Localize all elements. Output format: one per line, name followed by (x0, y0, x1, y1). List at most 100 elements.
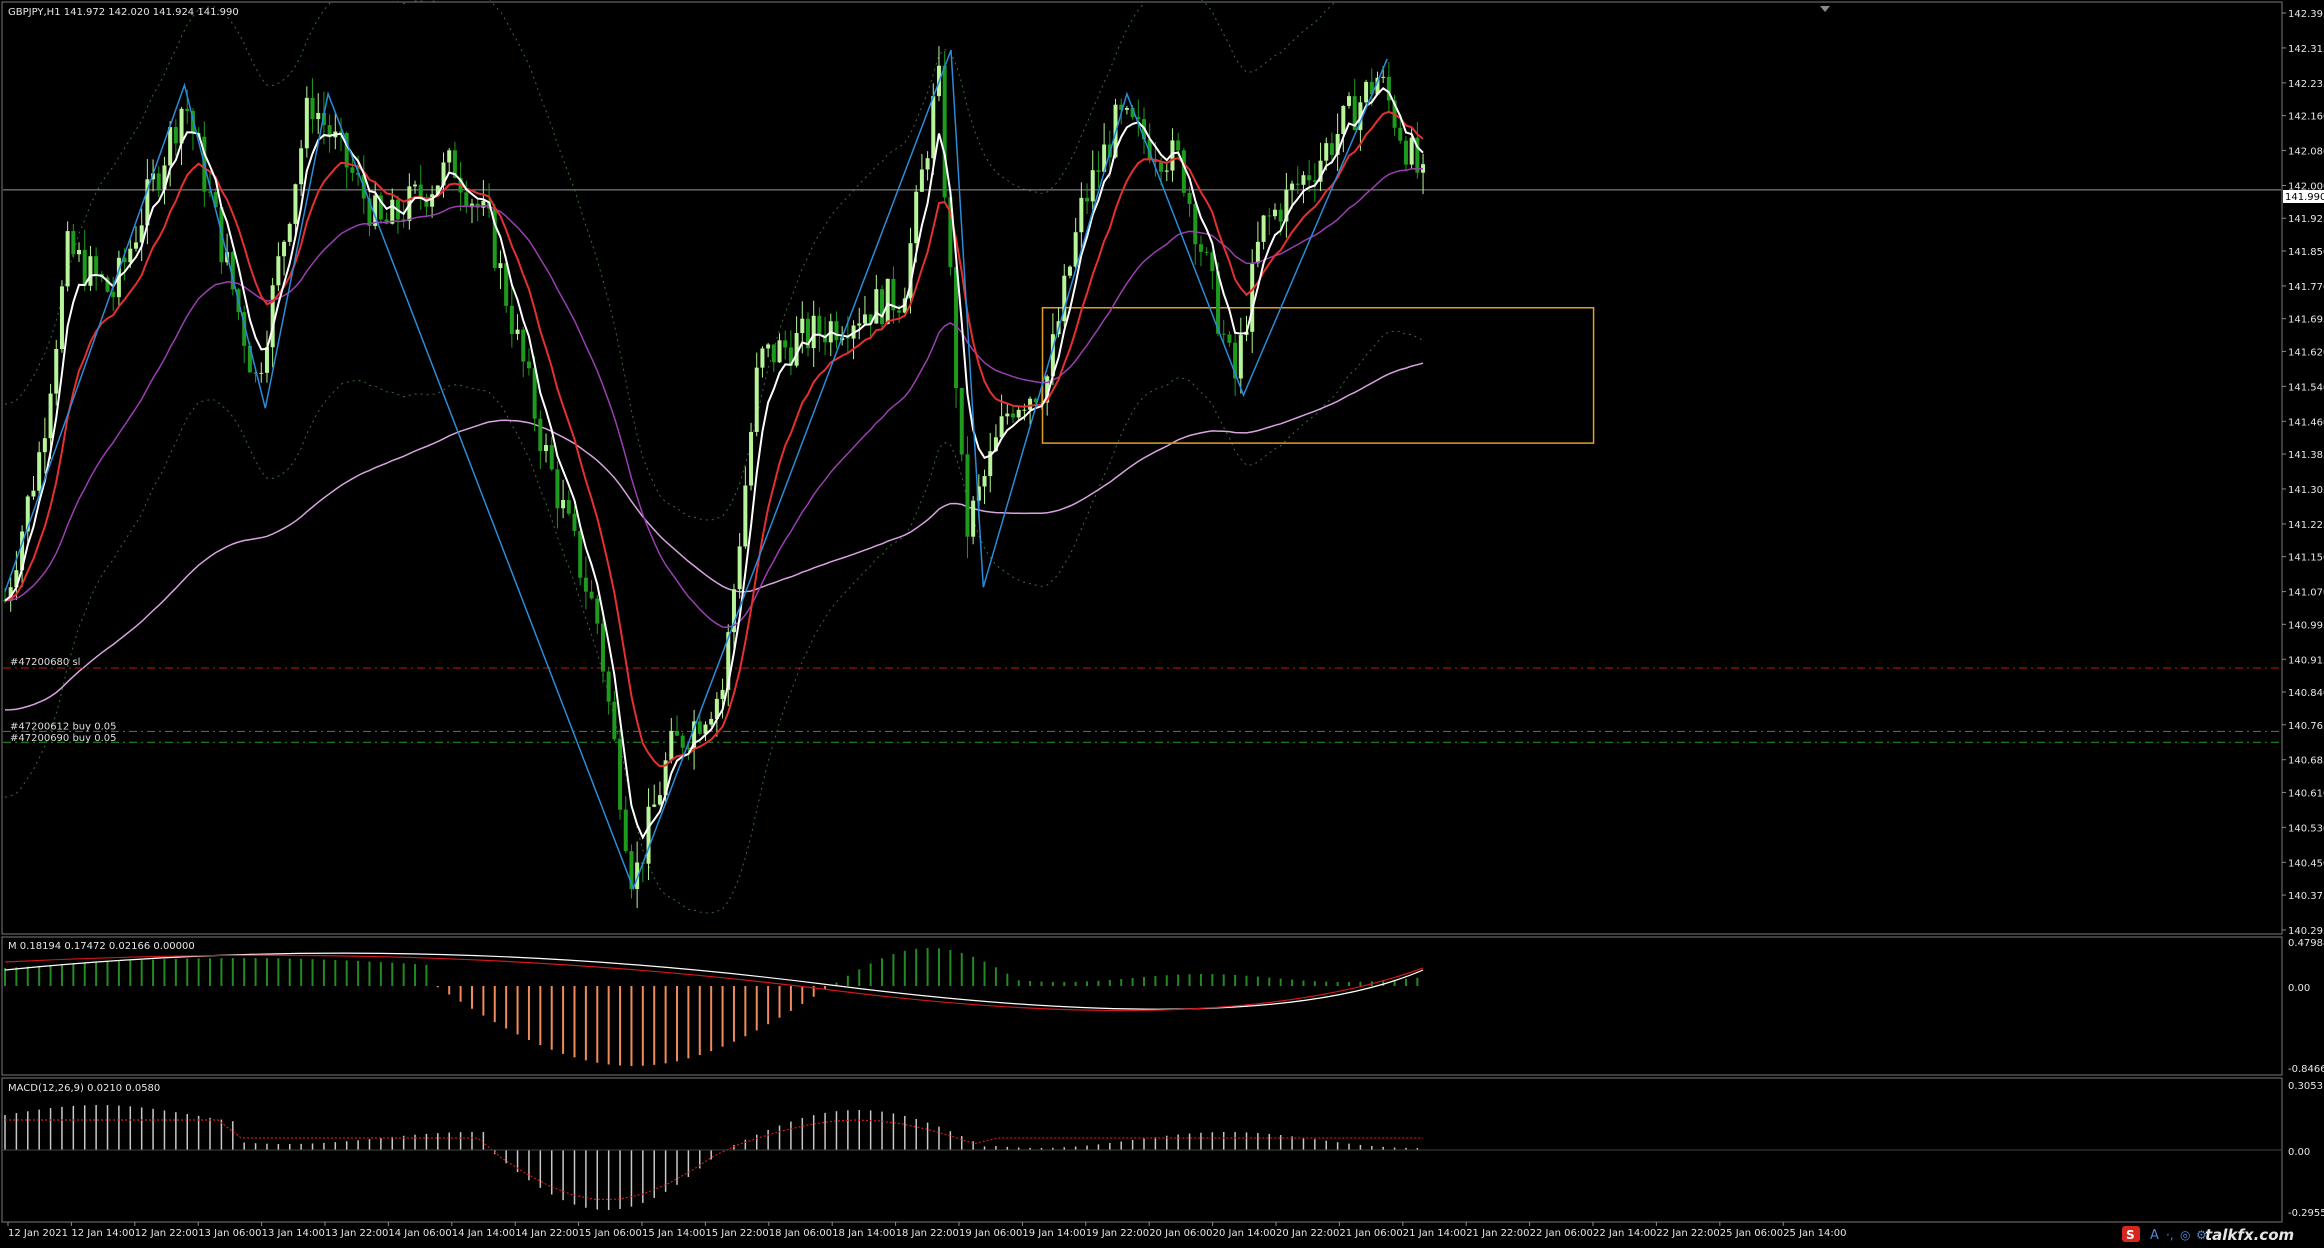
bear-candle (1085, 197, 1090, 202)
time-tick-label: 20 Jan 06:00 (1149, 1228, 1212, 1239)
mt4-chart-window[interactable]: #47200680 sl #47200612 buy 0.05 #4720069… (0, 0, 2324, 1244)
bear-candle (1398, 127, 1403, 141)
price-tick-label: 141.460 (2288, 417, 2324, 428)
bull-candle (1005, 413, 1010, 417)
bear-candle (1267, 215, 1272, 217)
bear-candle (612, 701, 617, 740)
bear-candle (1221, 333, 1226, 335)
time-tick-label: 12 Jan 2021 (8, 1228, 68, 1239)
time-tick-label: 20 Jan 22:00 (1276, 1228, 1339, 1239)
momentum-label: M 0.18194 0.17472 0.02166 0.00000 (8, 941, 195, 952)
bull-candle (1016, 409, 1021, 418)
price-tick-label: 142.315 (2288, 44, 2324, 55)
bear-candle (817, 315, 822, 335)
bull-candle (48, 393, 53, 439)
time-tick-label: 15 Jan 06:00 (579, 1228, 642, 1239)
bull-candle (646, 806, 651, 864)
bull-candle (413, 184, 418, 187)
bull-candle (743, 485, 748, 547)
bull-candle (919, 169, 924, 192)
time-tick-label: 22 Jan 14:00 (1593, 1228, 1656, 1239)
bull-candle (1341, 105, 1346, 135)
bear-candle (418, 184, 423, 198)
price-tick-label: 141.850 (2288, 247, 2324, 258)
time-tick-label: 13 Jan 06:00 (198, 1228, 261, 1239)
bear-candle (583, 577, 588, 592)
bull-candle (88, 256, 93, 286)
price-tick-label: 140.295 (2288, 926, 2324, 937)
bull-candle (316, 112, 321, 120)
bull-candle (754, 367, 759, 432)
price-tick-label: 141.695 (2288, 315, 2324, 326)
bear-candle (1011, 413, 1016, 418)
bull-candle (1073, 232, 1078, 267)
macd-tick-zero: 0.00 (2288, 1147, 2310, 1158)
bull-candle (430, 194, 435, 207)
bear-candle (697, 721, 702, 734)
time-tick-label: 20 Jan 14:00 (1213, 1228, 1276, 1239)
bear-candle (521, 329, 526, 362)
chart-canvas[interactable]: #47200680 sl #47200612 buy 0.05 #4720069… (0, 0, 2324, 1244)
bull-candle (971, 500, 976, 537)
bear-candle (94, 256, 99, 275)
bull-candle (1255, 241, 1260, 264)
price-tick-label: 140.685 (2288, 756, 2324, 767)
bear-candle (71, 231, 76, 255)
bear-candle (1159, 162, 1164, 172)
bull-candle (652, 804, 657, 807)
bear-candle (549, 445, 554, 470)
price-tick-label: 140.450 (2288, 858, 2324, 869)
bull-candle (1364, 81, 1369, 103)
bull-candle (270, 285, 275, 348)
price-tick-label: 142.235 (2288, 79, 2324, 90)
symbol-info: GBPJPY,H1 141.972 142.020 141.924 141.99… (8, 7, 239, 18)
time-tick-label: 25 Jan 06:00 (1720, 1228, 1783, 1239)
bull-candle (1301, 175, 1306, 185)
bull-candle (1409, 137, 1414, 165)
bull-candle (709, 718, 714, 725)
comma-icon[interactable]: ·, (2166, 1228, 2174, 1242)
bear-candle (526, 361, 531, 369)
bull-candle (293, 184, 298, 224)
time-tick-label: 22 Jan 06:00 (1530, 1228, 1593, 1239)
price-tick-label: 140.530 (2288, 823, 2324, 834)
macd-tick-bottom: -0.2955 (2288, 1208, 2324, 1219)
bull-candle (1290, 183, 1295, 190)
bull-candle (1250, 263, 1255, 332)
bear-candle (156, 173, 161, 190)
bear-candle (771, 344, 776, 363)
price-tick-label: 140.995 (2288, 620, 2324, 631)
bear-candle (1204, 251, 1209, 253)
time-tick-label: 18 Jan 14:00 (832, 1228, 895, 1239)
bear-candle (1193, 203, 1198, 245)
price-tick-label: 140.915 (2288, 655, 2324, 666)
buy-order-label-2: #47200690 buy 0.05 (10, 733, 117, 744)
bull-candle (931, 96, 936, 159)
bull-candle (54, 348, 59, 394)
font-icon[interactable]: A (2150, 1228, 2159, 1243)
bear-candle (1096, 170, 1101, 172)
bear-candle (1329, 143, 1334, 155)
bull-candle (77, 249, 82, 255)
clock-icon[interactable]: ◎ (2180, 1228, 2190, 1242)
momentum-tick-top: 0.47988 (2288, 938, 2324, 949)
momentum-tick-bottom: -0.84669 (2288, 1064, 2324, 1075)
bull-candle (390, 199, 395, 224)
bull-candle (1079, 197, 1084, 233)
bull-candle (749, 431, 754, 486)
time-tick-label: 21 Jan 22:00 (1466, 1228, 1529, 1239)
bull-candle (669, 730, 674, 761)
bull-candle (874, 289, 879, 324)
bull-candle (766, 344, 771, 349)
bear-candle (310, 97, 315, 120)
time-tick-label: 15 Jan 14:00 (642, 1228, 705, 1239)
bull-candle (857, 323, 862, 326)
bear-candle (111, 291, 116, 298)
bull-candle (282, 241, 287, 257)
bull-candle (925, 158, 930, 170)
bull-candle (800, 318, 805, 334)
time-tick-label: 12 Jan 22:00 (135, 1228, 198, 1239)
bull-candle (42, 438, 47, 453)
price-tick-label: 141.770 (2288, 282, 2324, 293)
bear-candle (464, 192, 469, 208)
